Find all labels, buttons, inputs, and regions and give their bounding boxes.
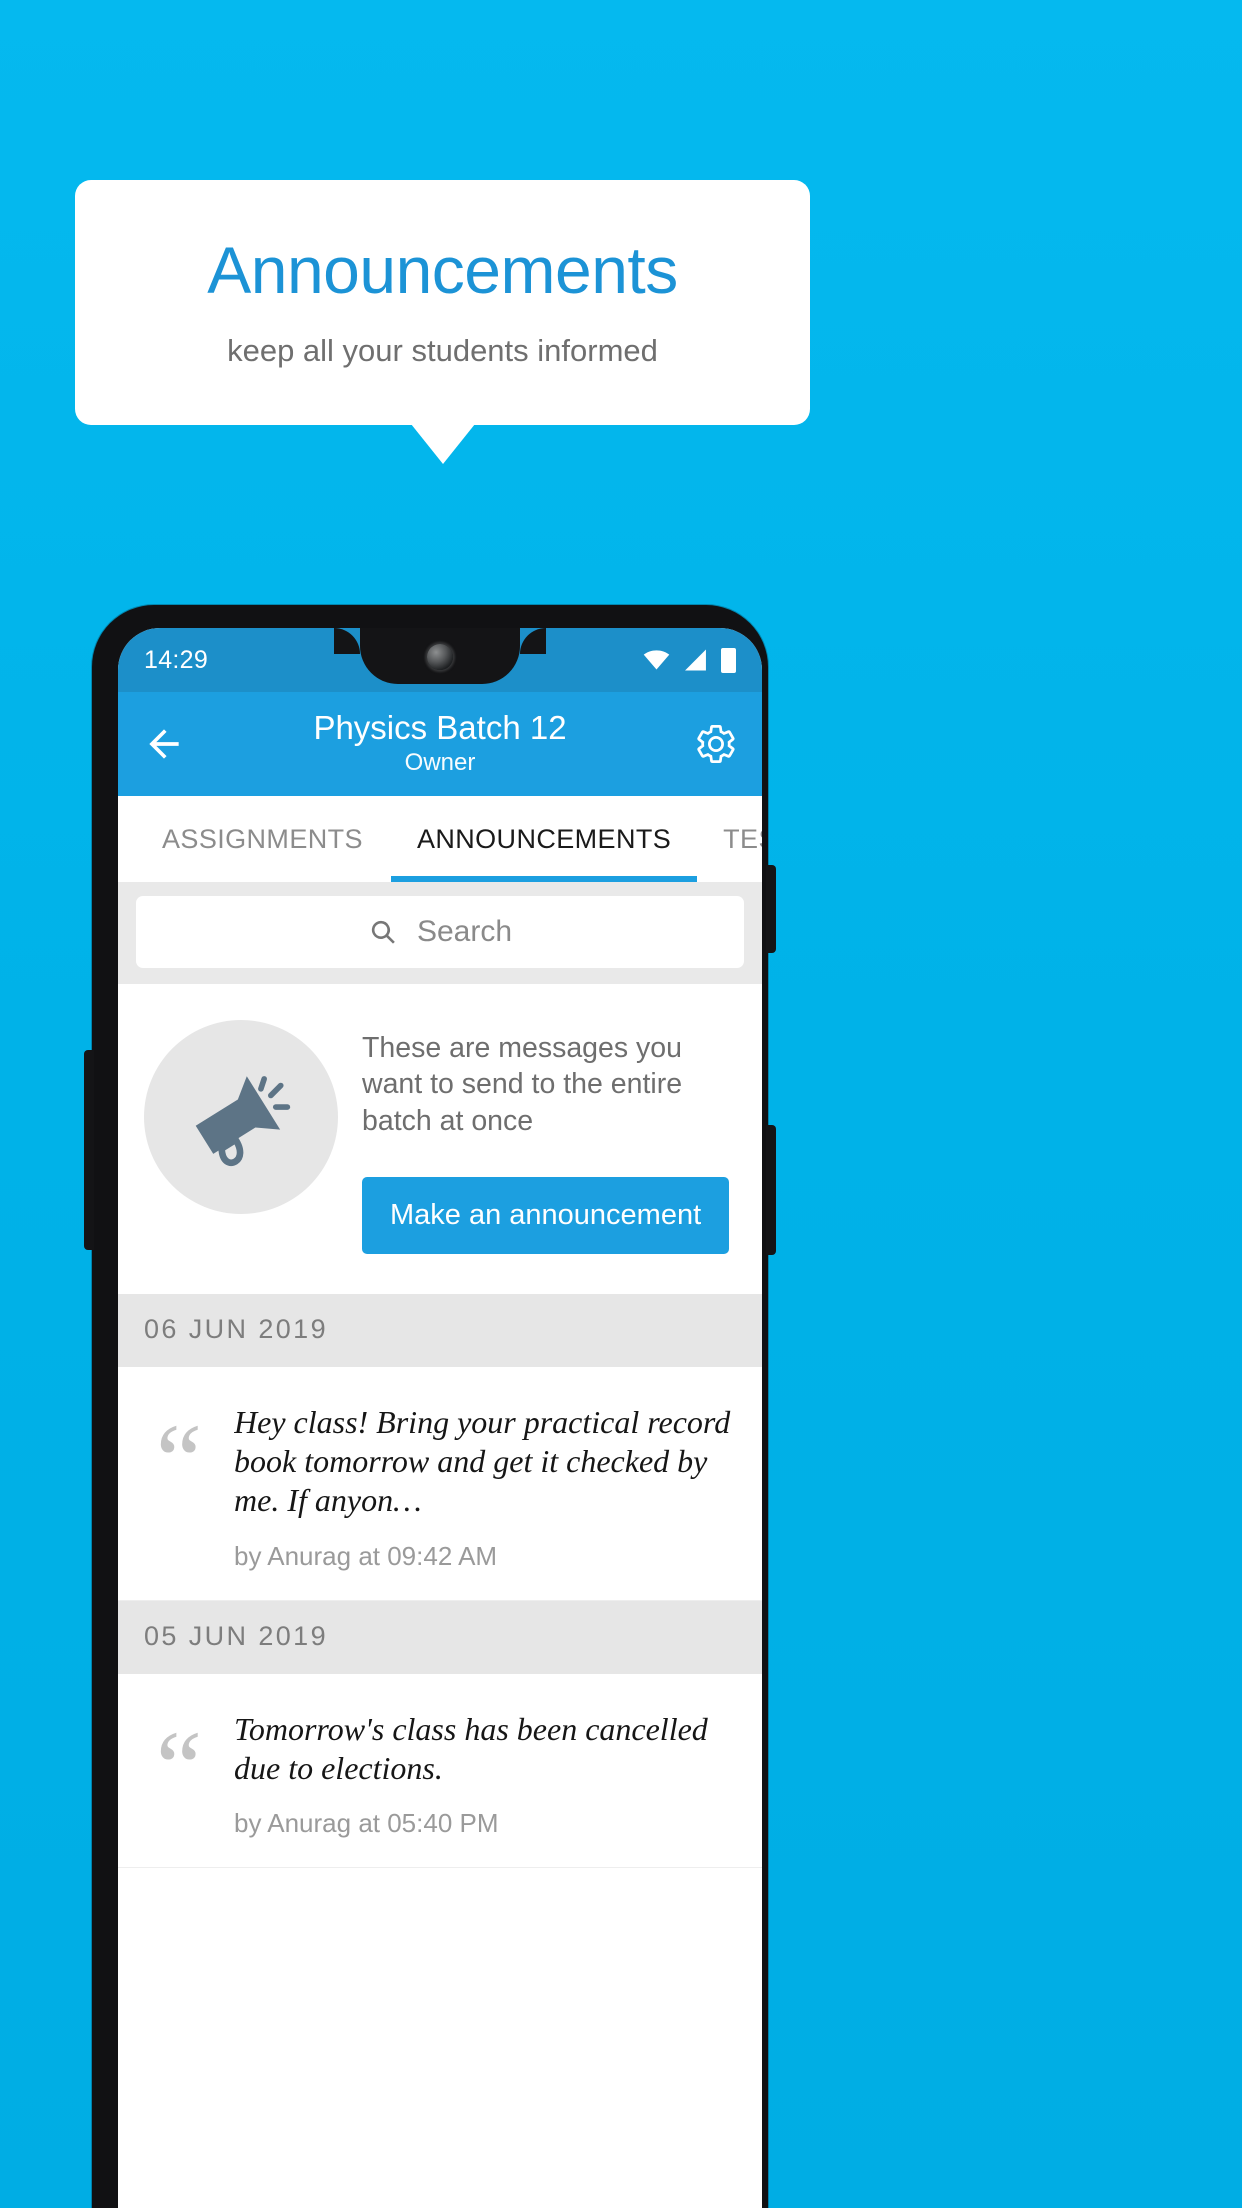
promo-callout-tail <box>411 424 475 464</box>
back-arrow-icon[interactable] <box>142 722 186 766</box>
status-icon-group <box>643 647 736 673</box>
make-announcement-right: These are messages you want to send to t… <box>362 1020 736 1255</box>
page-subtitle: Owner <box>404 748 476 776</box>
page-title: Physics Batch 12 <box>313 708 567 746</box>
phone-power-button <box>766 865 776 953</box>
announcement-body: Hey class! Bring your practical record b… <box>234 1403 736 1571</box>
status-time: 14:29 <box>144 645 209 674</box>
app-bar-titles: Physics Batch 12 Owner <box>118 708 762 778</box>
announcement-item[interactable]: “ Hey class! Bring your practical record… <box>118 1367 762 1601</box>
date-header: 05 JUN 2019 <box>118 1600 762 1674</box>
wifi-icon <box>643 650 670 670</box>
tab-announcements-label: ANNOUNCEMENTS <box>416 823 672 854</box>
quote-icon: “ <box>155 1403 203 1519</box>
make-announcement-button[interactable]: Make an announcement <box>362 1177 730 1255</box>
announcement-text: Tomorrow's class has been cancelled due … <box>234 1710 708 1786</box>
announcement-meta: by Anurag at 05:40 PM <box>234 1807 499 1838</box>
tab-announcements[interactable]: ANNOUNCEMENTS <box>390 796 698 882</box>
search-input[interactable]: Search <box>136 896 744 968</box>
search-bar-container: Search <box>118 882 762 984</box>
make-announcement-card: These are messages you want to send to t… <box>118 984 762 1295</box>
search-placeholder: Search <box>416 915 513 948</box>
quote-icon: “ <box>155 1709 203 1825</box>
promo-subtitle: keep all your students informed <box>227 332 658 368</box>
date-header: 06 JUN 2019 <box>118 1294 762 1368</box>
phone-volume-button <box>84 1050 94 1250</box>
signal-icon <box>683 649 708 671</box>
front-camera-icon <box>427 644 453 670</box>
phone-notch <box>334 628 546 684</box>
tab-tests[interactable]: TESTS <box>697 796 762 882</box>
announcement-meta: by Anurag at 09:42 AM <box>234 1540 498 1571</box>
status-bar: 14:29 <box>118 628 762 692</box>
app-bar: Physics Batch 12 Owner <box>118 692 762 796</box>
battery-icon <box>721 647 736 673</box>
make-announcement-description: These are messages you want to send to t… <box>362 1032 683 1137</box>
tab-tests-label: TESTS <box>723 823 762 854</box>
phone-side-button <box>766 1125 776 1255</box>
promo-callout-card: Announcements keep all your students inf… <box>75 180 810 425</box>
search-icon <box>368 917 399 948</box>
tab-assignments-label: ASSIGNMENTS <box>162 823 363 854</box>
megaphone-icon <box>188 1064 294 1170</box>
tab-bar: ASSIGNMENTS ANNOUNCEMENTS TESTS ˈ <box>118 796 762 882</box>
phone-screen: 14:29 Physics Batch 12 Owner ASSIGNMENTS… <box>118 628 762 2208</box>
promo-title: Announcements <box>207 232 678 307</box>
megaphone-avatar <box>144 1020 338 1214</box>
announcement-body: Tomorrow's class has been cancelled due … <box>234 1710 736 1839</box>
tab-assignments[interactable]: ASSIGNMENTS <box>118 796 391 882</box>
announcement-text: Hey class! Bring your practical record b… <box>234 1404 731 1519</box>
gear-icon[interactable] <box>694 722 738 766</box>
announcement-item[interactable]: “ Tomorrow's class has been cancelled du… <box>118 1673 762 1868</box>
